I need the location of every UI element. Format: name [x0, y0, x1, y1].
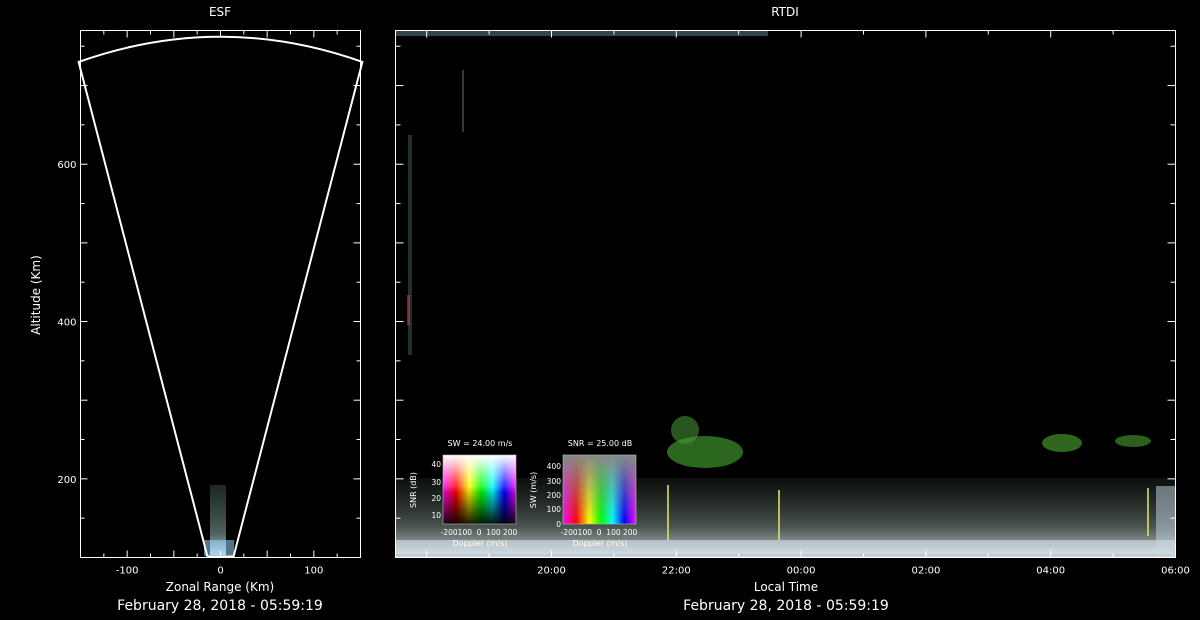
rtdi-yellow-spike-2: [778, 490, 780, 540]
snr-key-ytick-100: 100: [547, 505, 562, 514]
rtdi-xtick-label: 04:00: [1036, 566, 1065, 577]
rtdi-plot: 20:00 22:00 00:00 02:00 04:00 06:00 SW = 24.0…: [395, 30, 1190, 577]
snr-key-xticks: -200100 0 100 200: [561, 528, 638, 537]
sw-key-ytick-30: 30: [431, 478, 441, 487]
rtdi-yellow-spike-3: [1147, 488, 1149, 536]
sw-key-dark-fade: [443, 455, 516, 524]
rtdi-xtick-label: 00:00: [787, 566, 816, 577]
rtdi-xtick-label: 22:00: [662, 566, 691, 577]
snr-key-title: SNR = 25.00 dB: [568, 439, 632, 448]
sw-key-xticks: -200100 0 100 200: [441, 528, 518, 537]
rtdi-streak: [462, 70, 464, 132]
sw-key-ytick-40: 40: [431, 460, 441, 469]
rtdi-early-column-red: [407, 295, 410, 325]
sw-key-xlabel: Doppler (m/s): [452, 539, 507, 548]
snr-key-ytick-400: 400: [547, 462, 562, 471]
rtdi-green-plume-4: [1115, 435, 1151, 447]
rtdi-xtick-label: 06:00: [1161, 566, 1190, 577]
rtdi-dawn-echo: [1156, 486, 1176, 556]
rtdi-yellow-spike-1: [667, 485, 669, 540]
sw-key-title: SW = 24.00 m/s: [448, 439, 513, 448]
snr-key-ytick-300: 300: [547, 477, 562, 486]
sw-key-ylabel: SNR (dB): [409, 472, 418, 508]
rtdi-ground-strip: [396, 540, 1176, 554]
rtdi-top-echo: [396, 31, 768, 36]
snr-key-xlabel: Doppler (m/s): [572, 539, 627, 548]
sw-key-ytick-10: 10: [431, 511, 441, 520]
sw-key-ytick-20: 20: [431, 494, 441, 503]
rtdi-tick-labels: 20:00 22:00 00:00 02:00 04:00 06:00: [537, 566, 1190, 577]
rtdi-green-plume-3: [1042, 434, 1082, 452]
snr-key-ytick-200: 200: [547, 491, 562, 500]
rtdi-xlabel: Local Time: [753, 580, 819, 594]
snr-key-gray-fade: [563, 455, 636, 524]
rtdi-xtick-label: 02:00: [911, 566, 940, 577]
snr-key-ylabel: SW (m/s): [529, 472, 538, 508]
rtdi-green-plume-2: [671, 416, 699, 444]
rtdi-footer-timestamp: February 28, 2018 - 05:59:19: [683, 598, 889, 614]
rtdi-xtick-label: 20:00: [537, 566, 566, 577]
